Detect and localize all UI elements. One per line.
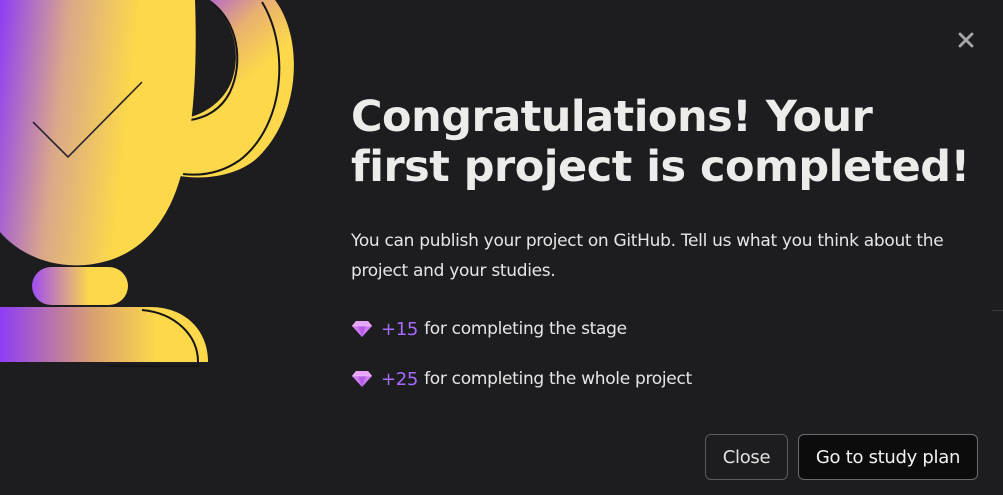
trophy-icon (0, 0, 294, 367)
close-button[interactable]: Close (705, 434, 788, 480)
reward-item-stage: +15 for completing the stage (351, 314, 627, 344)
gem-icon (352, 371, 372, 387)
reward-text: for completing the stage (424, 319, 627, 339)
dialog-title: Congratulations! Your first project is c… (351, 92, 970, 192)
divider (992, 310, 1003, 311)
reward-text: for completing the whole project (424, 369, 692, 389)
dialog-description: You can publish your project on GitHub. … (351, 231, 944, 281)
gem-icon (352, 321, 372, 337)
go-to-study-plan-button[interactable]: Go to study plan (798, 434, 978, 480)
close-icon[interactable] (952, 26, 980, 54)
reward-points: +25 (381, 368, 419, 390)
reward-points: +15 (381, 318, 419, 340)
reward-item-project: +25 for completing the whole project (351, 364, 692, 394)
completion-dialog: Congratulations! Your first project is c… (0, 0, 1003, 495)
